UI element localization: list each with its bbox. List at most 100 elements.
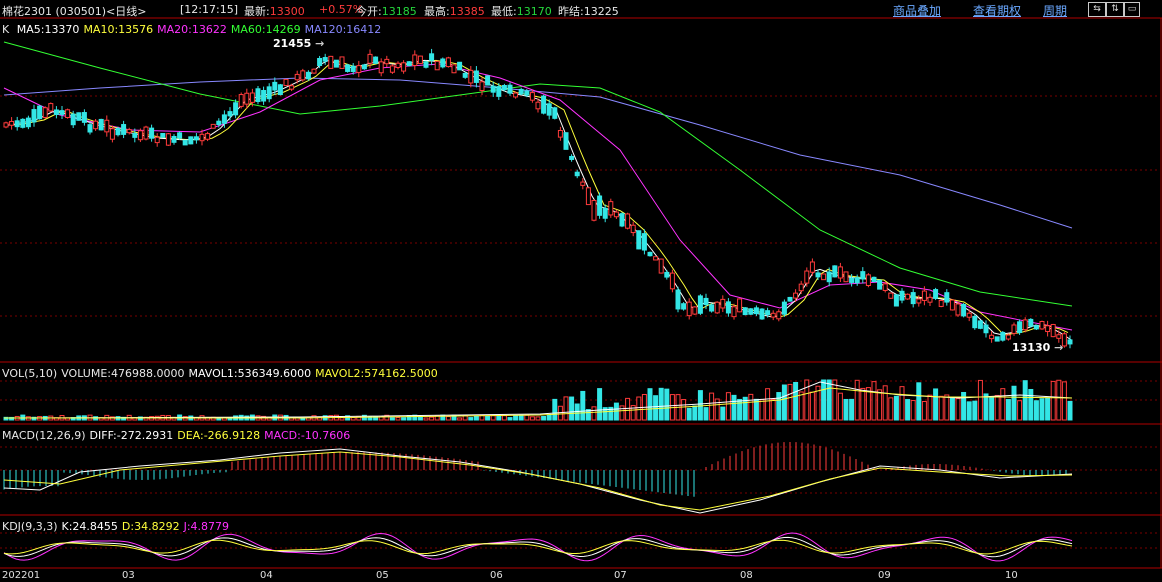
candle-body: [686, 301, 692, 317]
volume-bar: [1039, 398, 1045, 421]
candle-body: [938, 300, 944, 307]
candle-body: [899, 290, 905, 301]
volume-bar: [468, 417, 474, 421]
candle-body: [703, 297, 709, 306]
candle-body: [1045, 325, 1051, 333]
volume-bar: [1011, 385, 1017, 421]
x-axis-label: 06: [490, 570, 503, 581]
candle-body: [944, 292, 950, 303]
volume-bar: [944, 394, 950, 421]
macd-item-3: MACD:-10.7606: [264, 429, 351, 442]
candle-body: [367, 53, 373, 64]
candle-body: [664, 271, 670, 278]
volume-bar: [350, 417, 356, 421]
candle-body: [933, 289, 939, 299]
volume-bar: [854, 379, 860, 421]
candle-body: [193, 136, 199, 141]
volume-bar: [989, 396, 995, 421]
volume-bar: [401, 417, 407, 421]
candle-body: [126, 129, 132, 134]
volume-bar: [552, 398, 558, 421]
volume-bar: [1022, 380, 1028, 421]
candle-body: [653, 256, 659, 261]
volume-bar: [860, 387, 866, 421]
candle-body: [877, 279, 883, 290]
candle-body: [613, 211, 619, 218]
candle-body: [541, 95, 547, 114]
volume-bar: [1033, 400, 1039, 421]
candle-body: [210, 123, 216, 129]
kdj-item-1: K:24.8455: [61, 520, 118, 533]
volume-bar: [569, 396, 575, 421]
volume-bar: [692, 405, 698, 421]
candle-body: [507, 84, 513, 94]
x-axis-label: 03: [122, 570, 135, 581]
volume-bar: [877, 389, 883, 421]
candle-body: [714, 301, 720, 314]
volume-bar: [535, 416, 541, 421]
chart-canvas[interactable]: [0, 0, 1162, 582]
candle-body: [580, 181, 586, 186]
candle-body: [317, 57, 323, 67]
diff-line: [3, 448, 1073, 514]
candle-body: [709, 304, 715, 312]
candle-body: [854, 277, 860, 284]
volume-bar: [731, 394, 737, 421]
candle-body: [406, 61, 412, 67]
macd-item-1: DIFF:-272.2931: [89, 429, 174, 442]
candle-body: [384, 58, 390, 65]
candle-body: [65, 109, 71, 118]
candle-body: [989, 334, 995, 340]
candle-body: [832, 265, 838, 278]
candle-body: [1028, 318, 1034, 327]
volume-bar: [725, 392, 731, 421]
volume-bar: [955, 398, 961, 421]
volume-bar: [625, 397, 631, 421]
candle-body: [804, 270, 810, 284]
candle-body: [748, 308, 754, 315]
volume-bar: [921, 400, 927, 421]
volume-bar: [753, 398, 759, 421]
candle-body: [501, 85, 507, 91]
ma-legend-item-2: MA20:13622: [157, 23, 227, 36]
candle-body: [585, 187, 591, 206]
candle-body: [160, 132, 166, 138]
candle-body: [529, 92, 535, 101]
candle-body: [182, 139, 188, 146]
candle-body: [608, 201, 614, 216]
volume-bar: [529, 416, 535, 421]
ma-legend-item-3: MA60:14269: [230, 23, 301, 36]
vol-item-0: VOL(5,10): [2, 367, 58, 380]
candle-body: [249, 92, 255, 103]
candle-body: [14, 120, 20, 128]
candle-body: [809, 261, 815, 273]
volume-bar: [563, 396, 569, 421]
volume-bar: [653, 395, 659, 421]
candle-body: [378, 61, 384, 74]
candle-body: [109, 128, 115, 140]
candle-body: [557, 129, 563, 138]
candle-body: [48, 103, 54, 112]
candle-body: [977, 320, 983, 329]
candle-body: [485, 75, 491, 86]
volume-bar: [664, 388, 670, 421]
volume-bar: [983, 393, 989, 421]
volume-bar: [697, 390, 703, 421]
candle-body: [787, 296, 793, 302]
volume-bar: [899, 386, 905, 421]
candle-body: [356, 65, 362, 73]
candle-body: [927, 296, 933, 303]
candle-body: [630, 224, 636, 234]
candle-body: [737, 298, 743, 313]
candle-body: [625, 213, 631, 229]
volume-bar: [949, 397, 955, 421]
kdj-d-line: [3, 539, 1073, 555]
candle-body: [137, 130, 143, 141]
candle-body: [255, 88, 261, 102]
candle-body: [966, 312, 972, 318]
candle-body: [490, 85, 496, 93]
volume-bar: [893, 395, 899, 421]
kdj-item-0: KDJ(9,3,3): [2, 520, 58, 533]
volume-bar: [703, 407, 709, 421]
candle-body: [389, 65, 395, 73]
